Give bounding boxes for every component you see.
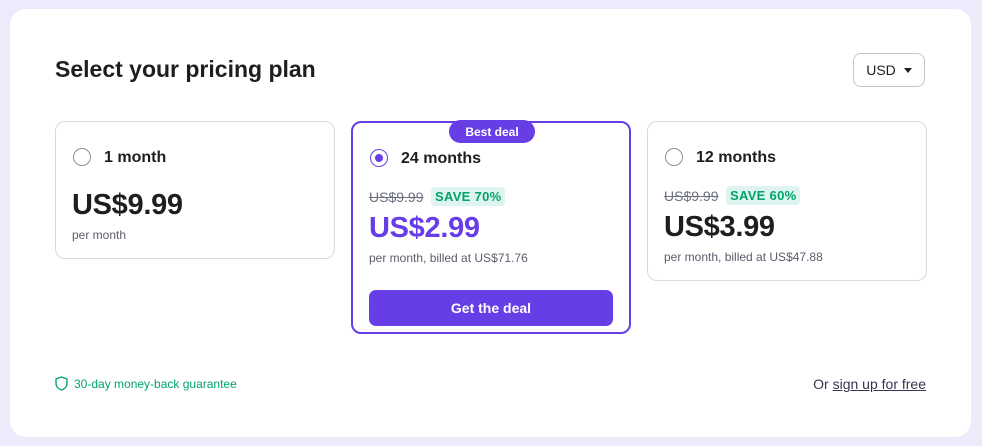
plan-name: 1 month [104,149,167,166]
signup-prefix: Or [813,376,829,392]
plan-card-12-months[interactable]: 12 months US$9.99 SAVE 60% US$3.99 per m… [647,121,927,281]
caret-down-icon [903,67,912,73]
signup-free-link[interactable]: sign up for free [833,376,926,392]
plan-price: US$3.99 [664,211,775,243]
best-deal-badge: Best deal [449,120,535,143]
get-deal-button[interactable]: Get the deal [369,290,613,326]
currency-label: USD [866,62,896,78]
plan-price-note: per month [72,228,127,242]
shield-icon [55,376,68,391]
money-back-guarantee: 30-day money-back guarantee [55,376,237,391]
page-title: Select your pricing plan [55,56,316,82]
currency-dropdown[interactable]: USD [853,53,925,87]
plan-price-note: per month, billed at US$71.76 [369,251,528,265]
save-badge: SAVE 60% [726,186,801,205]
plan-price: US$9.99 [72,189,183,221]
plan-name: 24 months [401,150,482,167]
guarantee-text: 30-day money-back guarantee [74,376,237,391]
save-badge: SAVE 70% [431,187,506,206]
plan-old-price: US$9.99 [369,189,424,205]
pricing-panel: Select your pricing plan USD 1 month US$… [10,9,971,437]
plan-price-note: per month, billed at US$47.88 [664,250,823,264]
plan-card-1-month[interactable]: 1 month US$9.99 per month [55,121,335,259]
plan-card-24-months[interactable]: 24 months US$9.99 SAVE 70% US$2.99 per m… [351,121,631,334]
plan-radio-12-months[interactable] [665,148,683,166]
plan-radio-1-month[interactable] [73,148,91,166]
plan-old-price: US$9.99 [664,188,719,204]
plan-price: US$2.99 [369,212,480,244]
plan-name: 12 months [696,149,777,166]
signup-free: Or sign up for free [813,376,926,392]
plan-radio-24-months[interactable] [370,149,388,167]
